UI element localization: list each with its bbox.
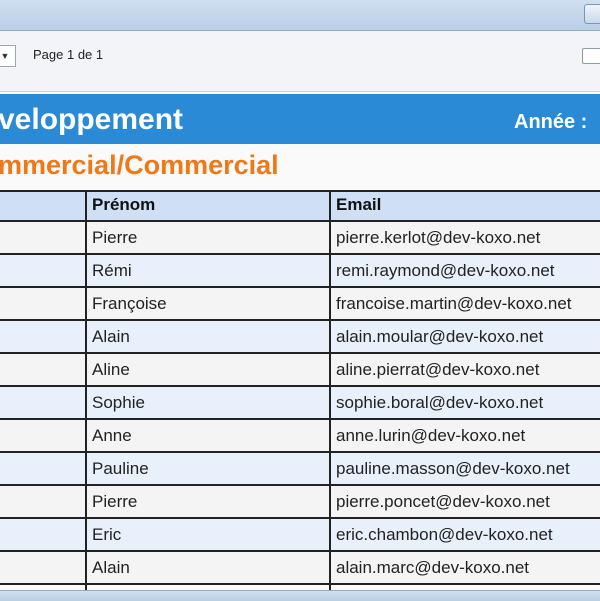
- year-label: Année :: [514, 111, 588, 133]
- table-row: Alain alain.marc@dev-koxo.net: [0, 552, 600, 585]
- cell-prenom: Alain: [92, 558, 130, 577]
- toolbar-icon[interactable]: [582, 48, 600, 64]
- cell-email: alain.marc@dev-koxo.net: [336, 558, 530, 577]
- cell-email: aline.pierrat@dev-koxo.net: [336, 360, 540, 379]
- page-indicator: Page 1 de 1: [33, 47, 104, 62]
- table-row: Pauline pauline.masson@dev-koxo.net: [0, 453, 600, 486]
- zoom-dropdown[interactable]: ▼: [0, 45, 16, 67]
- table-row: Alain alain.moular@dev-koxo.net: [0, 321, 600, 354]
- window-statusbar: [0, 590, 600, 601]
- table-row: Aline aline.pierrat@dev-koxo.net: [0, 354, 600, 387]
- table-row: Pierre pierre.poncet@dev-koxo.net: [0, 486, 600, 519]
- cell-email: eric.chambon@dev-koxo.net: [336, 525, 553, 544]
- chevron-down-icon: ▼: [0, 51, 10, 61]
- cell-prenom: Pierre: [92, 492, 138, 511]
- table-row: Pierre pierre.kerlot@dev-koxo.net: [0, 222, 600, 255]
- table-row: Françoise francoise.martin@dev-koxo.net: [0, 288, 600, 321]
- table-row: Eric eric.chambon@dev-koxo.net: [0, 519, 600, 552]
- cell-prenom: Anne: [92, 426, 132, 445]
- column-header-prenom: Prénom: [92, 195, 156, 214]
- cell-email: pierre.poncet@dev-koxo.net: [336, 492, 550, 511]
- cell-prenom: Françoise: [92, 294, 167, 313]
- cell-email: francoise.martin@dev-koxo.net: [336, 294, 572, 313]
- column-divider: [85, 190, 87, 590]
- department-heading: mmercial/Commercial: [0, 150, 279, 180]
- cell-email: pauline.masson@dev-koxo.net: [336, 459, 570, 478]
- table-row: Rémi remi.raymond@dev-koxo.net: [0, 255, 600, 288]
- report-page: veloppement Année : mmercial/Commercial …: [0, 92, 600, 590]
- report-banner: veloppement Année :: [0, 94, 600, 144]
- cell-email: anne.lurin@dev-koxo.net: [336, 426, 526, 445]
- report-title: veloppement: [0, 103, 184, 136]
- table-row: Anne anne.lurin@dev-koxo.net: [0, 420, 600, 453]
- window-control-button[interactable]: [584, 4, 600, 24]
- cell-prenom: Alain: [92, 327, 130, 346]
- cell-prenom: Rémi: [92, 261, 132, 280]
- table-header: Prénom Email: [0, 190, 600, 222]
- cell-prenom: Aline: [92, 360, 130, 379]
- cell-email: alain.moular@dev-koxo.net: [336, 327, 544, 346]
- cell-email: remi.raymond@dev-koxo.net: [336, 261, 555, 280]
- cell-prenom: Pierre: [92, 228, 138, 247]
- column-divider: [329, 190, 331, 590]
- column-header-email: Email: [336, 195, 382, 214]
- cell-prenom: Sophie: [92, 393, 145, 412]
- cell-prenom: Pauline: [92, 459, 149, 478]
- cell-prenom: Eric: [92, 525, 122, 544]
- cell-email: sophie.boral@dev-koxo.net: [336, 393, 544, 412]
- table-row: Sophie sophie.boral@dev-koxo.net: [0, 387, 600, 420]
- window-titlebar: [0, 0, 600, 31]
- cell-email: pierre.kerlot@dev-koxo.net: [336, 228, 541, 247]
